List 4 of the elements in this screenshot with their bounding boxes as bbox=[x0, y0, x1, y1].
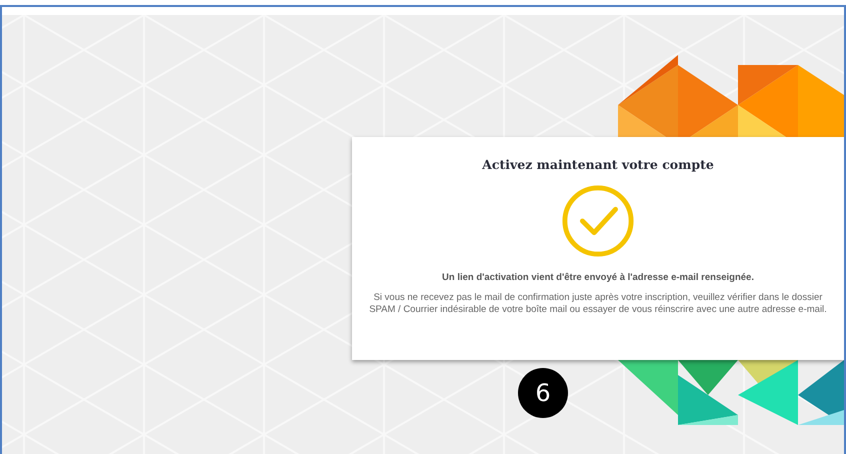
activation-message: Un lien d'activation vient d'être envoyé à l'adresse e-mail renseignée. bbox=[442, 272, 754, 283]
dialog-title: Activez maintenant votre compte bbox=[482, 157, 714, 172]
checkmark-circle-icon bbox=[561, 184, 635, 258]
spam-notice: Si vous ne recevez pas le mail de confirmation juste après votre inscription, veuillez vérifier dans le dossier SPAM / Courrier indésirable de votre boîte mail ou essayer de vous réinscrire avec une autre adresse e-mail. bbox=[368, 292, 828, 316]
